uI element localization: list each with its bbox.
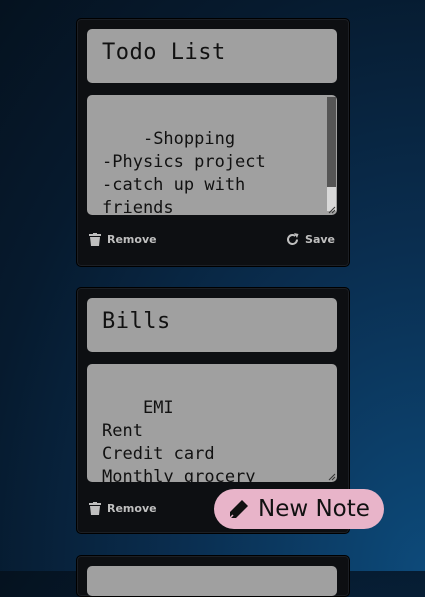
new-note-label: New Note — [258, 496, 370, 522]
remove-label: Remove — [107, 233, 157, 246]
note-card — [76, 555, 350, 597]
note-actions: Remove Save — [87, 233, 337, 251]
pencil-icon — [229, 500, 248, 519]
resize-grip-icon[interactable] — [328, 206, 336, 214]
refresh-icon — [287, 233, 299, 245]
note-title-input[interactable]: Todo List — [87, 29, 337, 83]
note-title-input[interactable]: Bills — [87, 298, 337, 352]
save-label: Save — [305, 233, 335, 246]
note-body-textarea[interactable]: -Shopping -Physics project -catch up wit… — [87, 95, 337, 215]
note-body-text: -Shopping -Physics project -catch up wit… — [102, 129, 266, 215]
remove-label: Remove — [107, 502, 157, 515]
trash-icon — [89, 502, 101, 515]
trash-icon — [89, 233, 101, 246]
note-body-textarea[interactable]: EMI Rent Credit card Monthly grocery — [87, 364, 337, 482]
resize-grip-icon[interactable] — [328, 473, 336, 481]
note-card: Todo List -Shopping -Physics project -ca… — [76, 18, 350, 267]
scrollbar-thumb[interactable] — [327, 97, 336, 187]
remove-button[interactable]: Remove — [89, 502, 157, 515]
note-body-text: EMI Rent Credit card Monthly grocery — [102, 398, 256, 482]
remove-button[interactable]: Remove — [89, 233, 157, 246]
scrollbar[interactable] — [327, 97, 336, 211]
new-note-button[interactable]: New Note — [214, 489, 384, 529]
save-button[interactable]: Save — [286, 233, 335, 246]
